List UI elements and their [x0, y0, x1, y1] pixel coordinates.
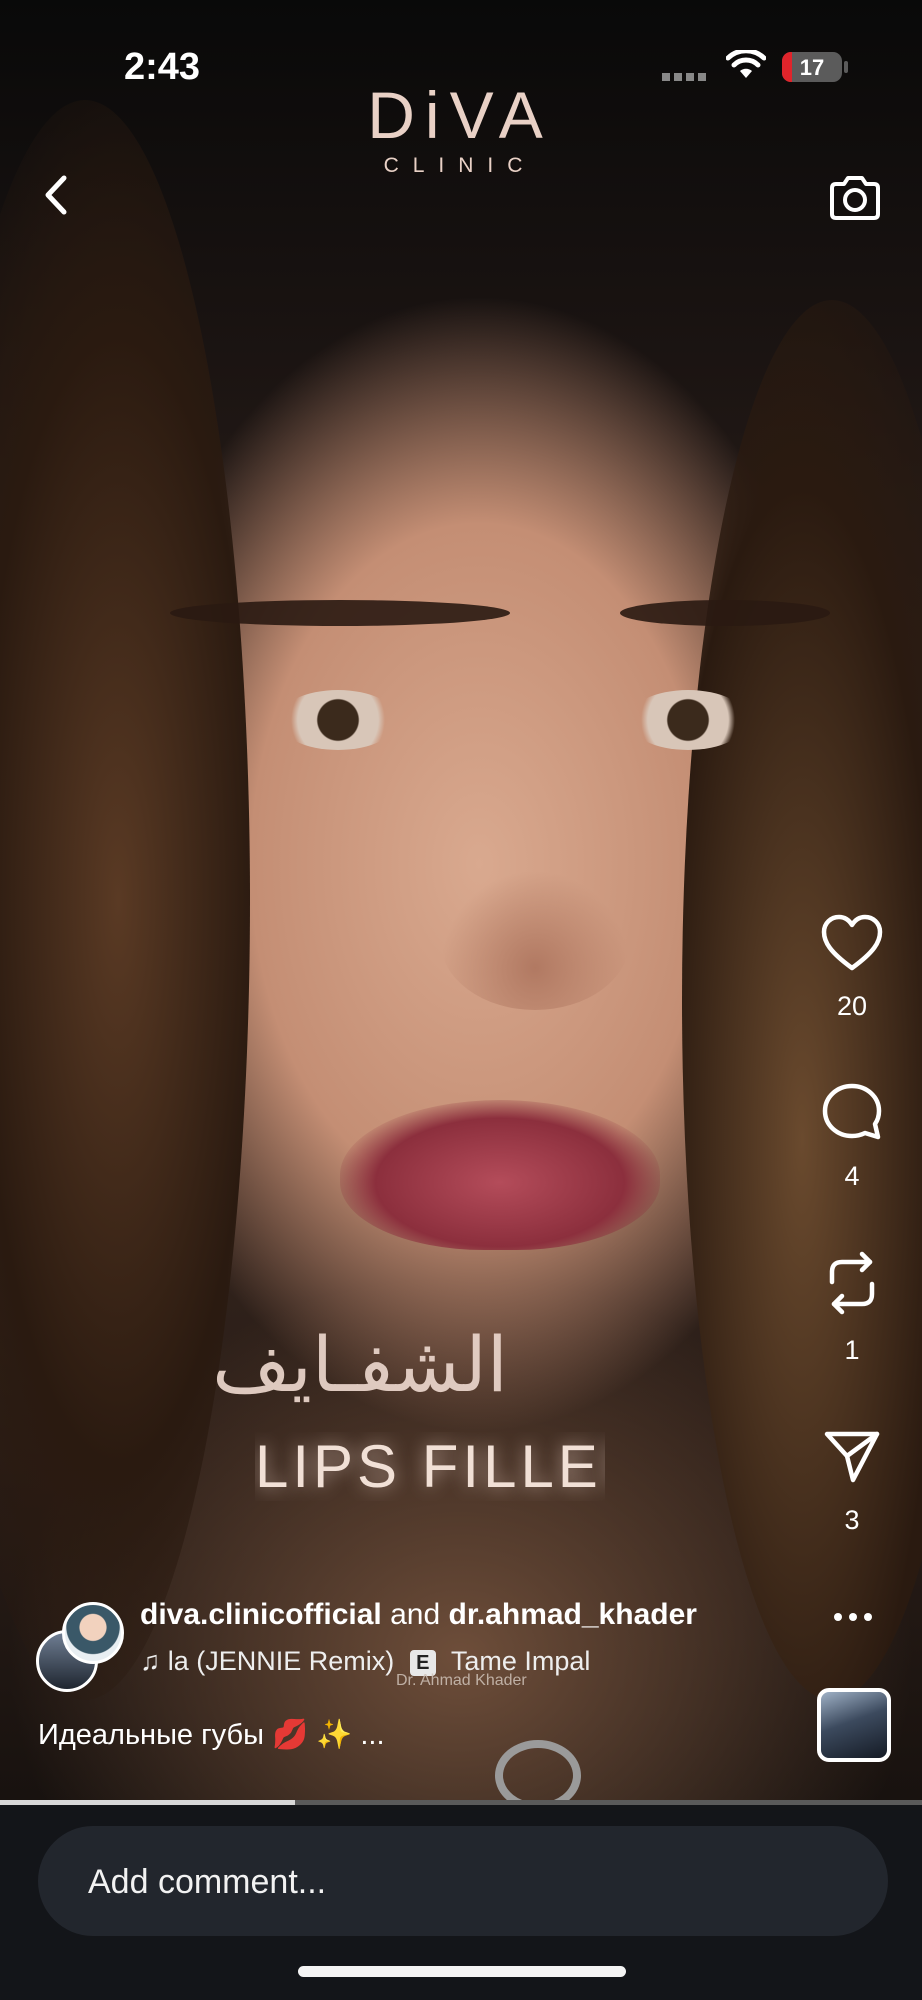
more-dots-icon[interactable] [833, 1612, 873, 1622]
share-count: 3 [844, 1505, 860, 1535]
cellular-signal-icon [662, 73, 708, 81]
avatar[interactable] [62, 1602, 124, 1664]
repost-icon[interactable] [824, 1250, 880, 1316]
like-count: 20 [836, 991, 868, 1021]
video-frame-necklace [495, 1740, 581, 1800]
wifi-icon [726, 50, 766, 78]
audio-thumbnail[interactable] [817, 1688, 891, 1762]
like-action[interactable]: 20 [812, 914, 892, 1022]
username-link[interactable]: diva.clinicofficial [140, 1598, 382, 1631]
comment-count: 4 [844, 1161, 860, 1191]
post-authors: diva.clinicofficial and dr.ahmad_khader [140, 1598, 697, 1632]
share-action[interactable]: 3 [812, 1428, 892, 1536]
brand-logo-line1: DiVA [367, 78, 553, 152]
video-frame-brow [620, 600, 830, 626]
reel-video[interactable]: الشفـايف LIPS FILLER [0, 0, 922, 1800]
comment-action[interactable]: 4 [812, 1082, 892, 1192]
battery-icon: 17 [782, 52, 842, 82]
video-frame-nose [440, 870, 630, 1010]
post-caption[interactable]: Идеальные губы 💋 ✨ ... [38, 1718, 385, 1752]
video-frame-brow [170, 600, 510, 626]
music-note-icon: ♫ [140, 1646, 161, 1676]
video-frame-hair [0, 100, 250, 1700]
video-frame-eye [628, 690, 748, 750]
battery-level-text: 17 [799, 55, 825, 80]
heart-icon[interactable] [820, 914, 884, 972]
battery-cap [844, 61, 848, 73]
video-watermark: Dr. Ahmad Khader [396, 1672, 527, 1689]
video-frame-eye [278, 690, 398, 750]
authors-connector: and [390, 1598, 441, 1631]
comment-input[interactable] [86, 1826, 850, 1938]
video-overlay-arabic-text: الشفـايف [212, 1320, 508, 1409]
paper-plane-icon[interactable] [823, 1428, 881, 1486]
video-frame-lips [340, 1100, 660, 1250]
collab-avatars[interactable] [36, 1602, 126, 1692]
chevron-left-icon[interactable] [34, 170, 84, 220]
brand-logo-line2: CLINIC [383, 154, 537, 177]
repost-action[interactable]: 1 [812, 1250, 892, 1366]
username-link[interactable]: dr.ahmad_khader [449, 1598, 697, 1631]
comment-box[interactable] [38, 1826, 888, 1938]
comment-bubble-icon[interactable] [821, 1082, 883, 1142]
home-indicator[interactable] [298, 1966, 626, 1977]
repost-count: 1 [844, 1335, 860, 1365]
video-overlay-english-text: LIPS FILLER [255, 1433, 605, 1500]
camera-icon[interactable] [826, 170, 884, 228]
brand-logo: DiVA CLINIC [340, 82, 580, 178]
music-track: la (JENNIE Remix) [167, 1646, 395, 1676]
status-time: 2:43 [124, 46, 201, 88]
